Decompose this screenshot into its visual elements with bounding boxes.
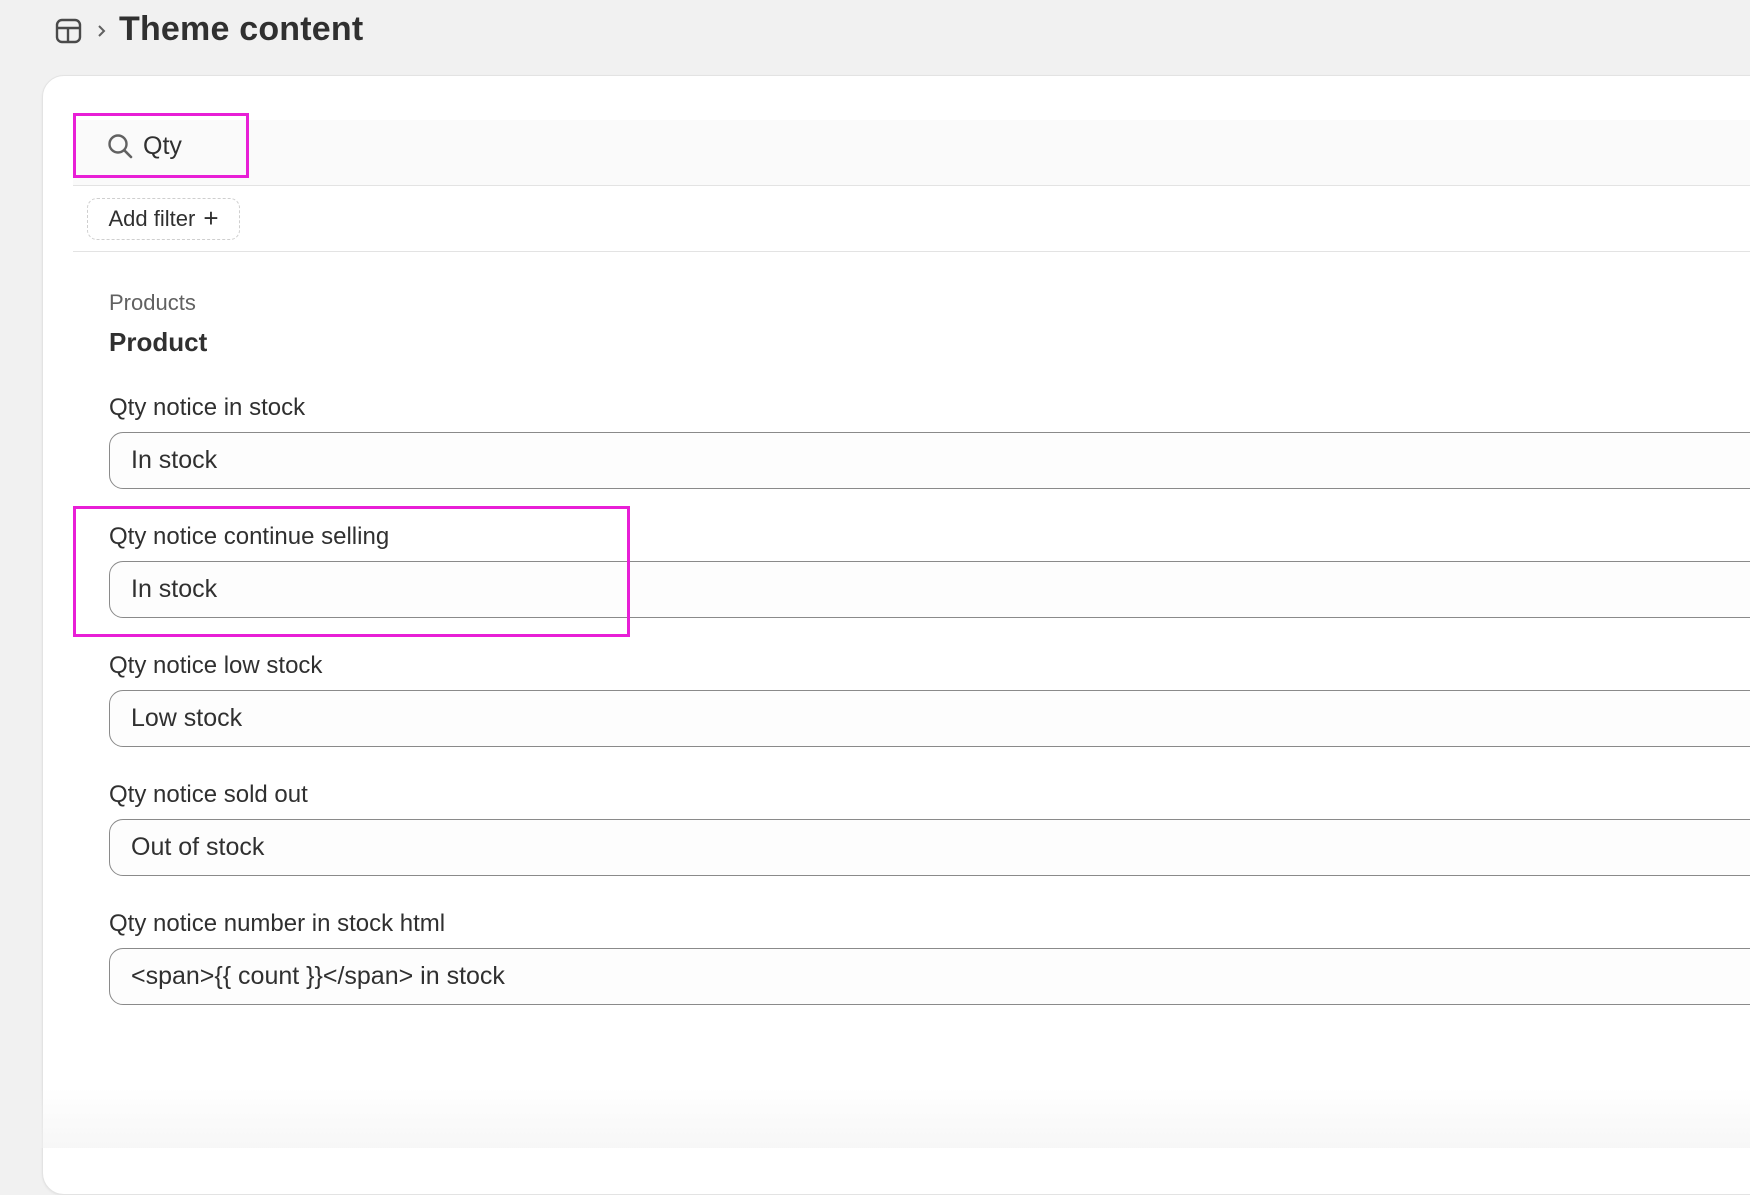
page-title: Theme content [119, 10, 364, 48]
bottom-fade [0, 1088, 1750, 1148]
page-header: Theme content [0, 0, 1750, 70]
search-bar[interactable] [73, 120, 1750, 186]
search-highlight-box [73, 113, 249, 178]
add-filter-label: Add filter [108, 206, 196, 231]
section-title: Product [109, 327, 208, 357]
chevron-right-icon [98, 25, 106, 37]
field-input-low-stock[interactable]: Low stock [109, 690, 1750, 747]
field-input-in-stock[interactable]: In stock [109, 432, 1750, 489]
plus-icon: + [203, 203, 219, 233]
store-icon[interactable] [54, 16, 84, 46]
field-label-number-in-stock-html: Qty notice number in stock html [109, 910, 446, 937]
add-filter-button[interactable]: Add filter + [87, 198, 240, 240]
field-label-in-stock: Qty notice in stock [109, 394, 306, 421]
section-label: Products [109, 290, 196, 315]
field-label-sold-out: Qty notice sold out [109, 781, 308, 808]
field-input-sold-out[interactable]: Out of stock [109, 819, 1750, 876]
field-input-number-in-stock-html[interactable]: <span>{{ count }}</span> in stock [109, 948, 1750, 1005]
theme-content-card: Add filter + Products Product Qty notice… [42, 75, 1750, 1195]
continue-selling-highlight-box [73, 506, 630, 637]
field-label-low-stock: Qty notice low stock [109, 652, 323, 679]
divider [73, 251, 1750, 252]
